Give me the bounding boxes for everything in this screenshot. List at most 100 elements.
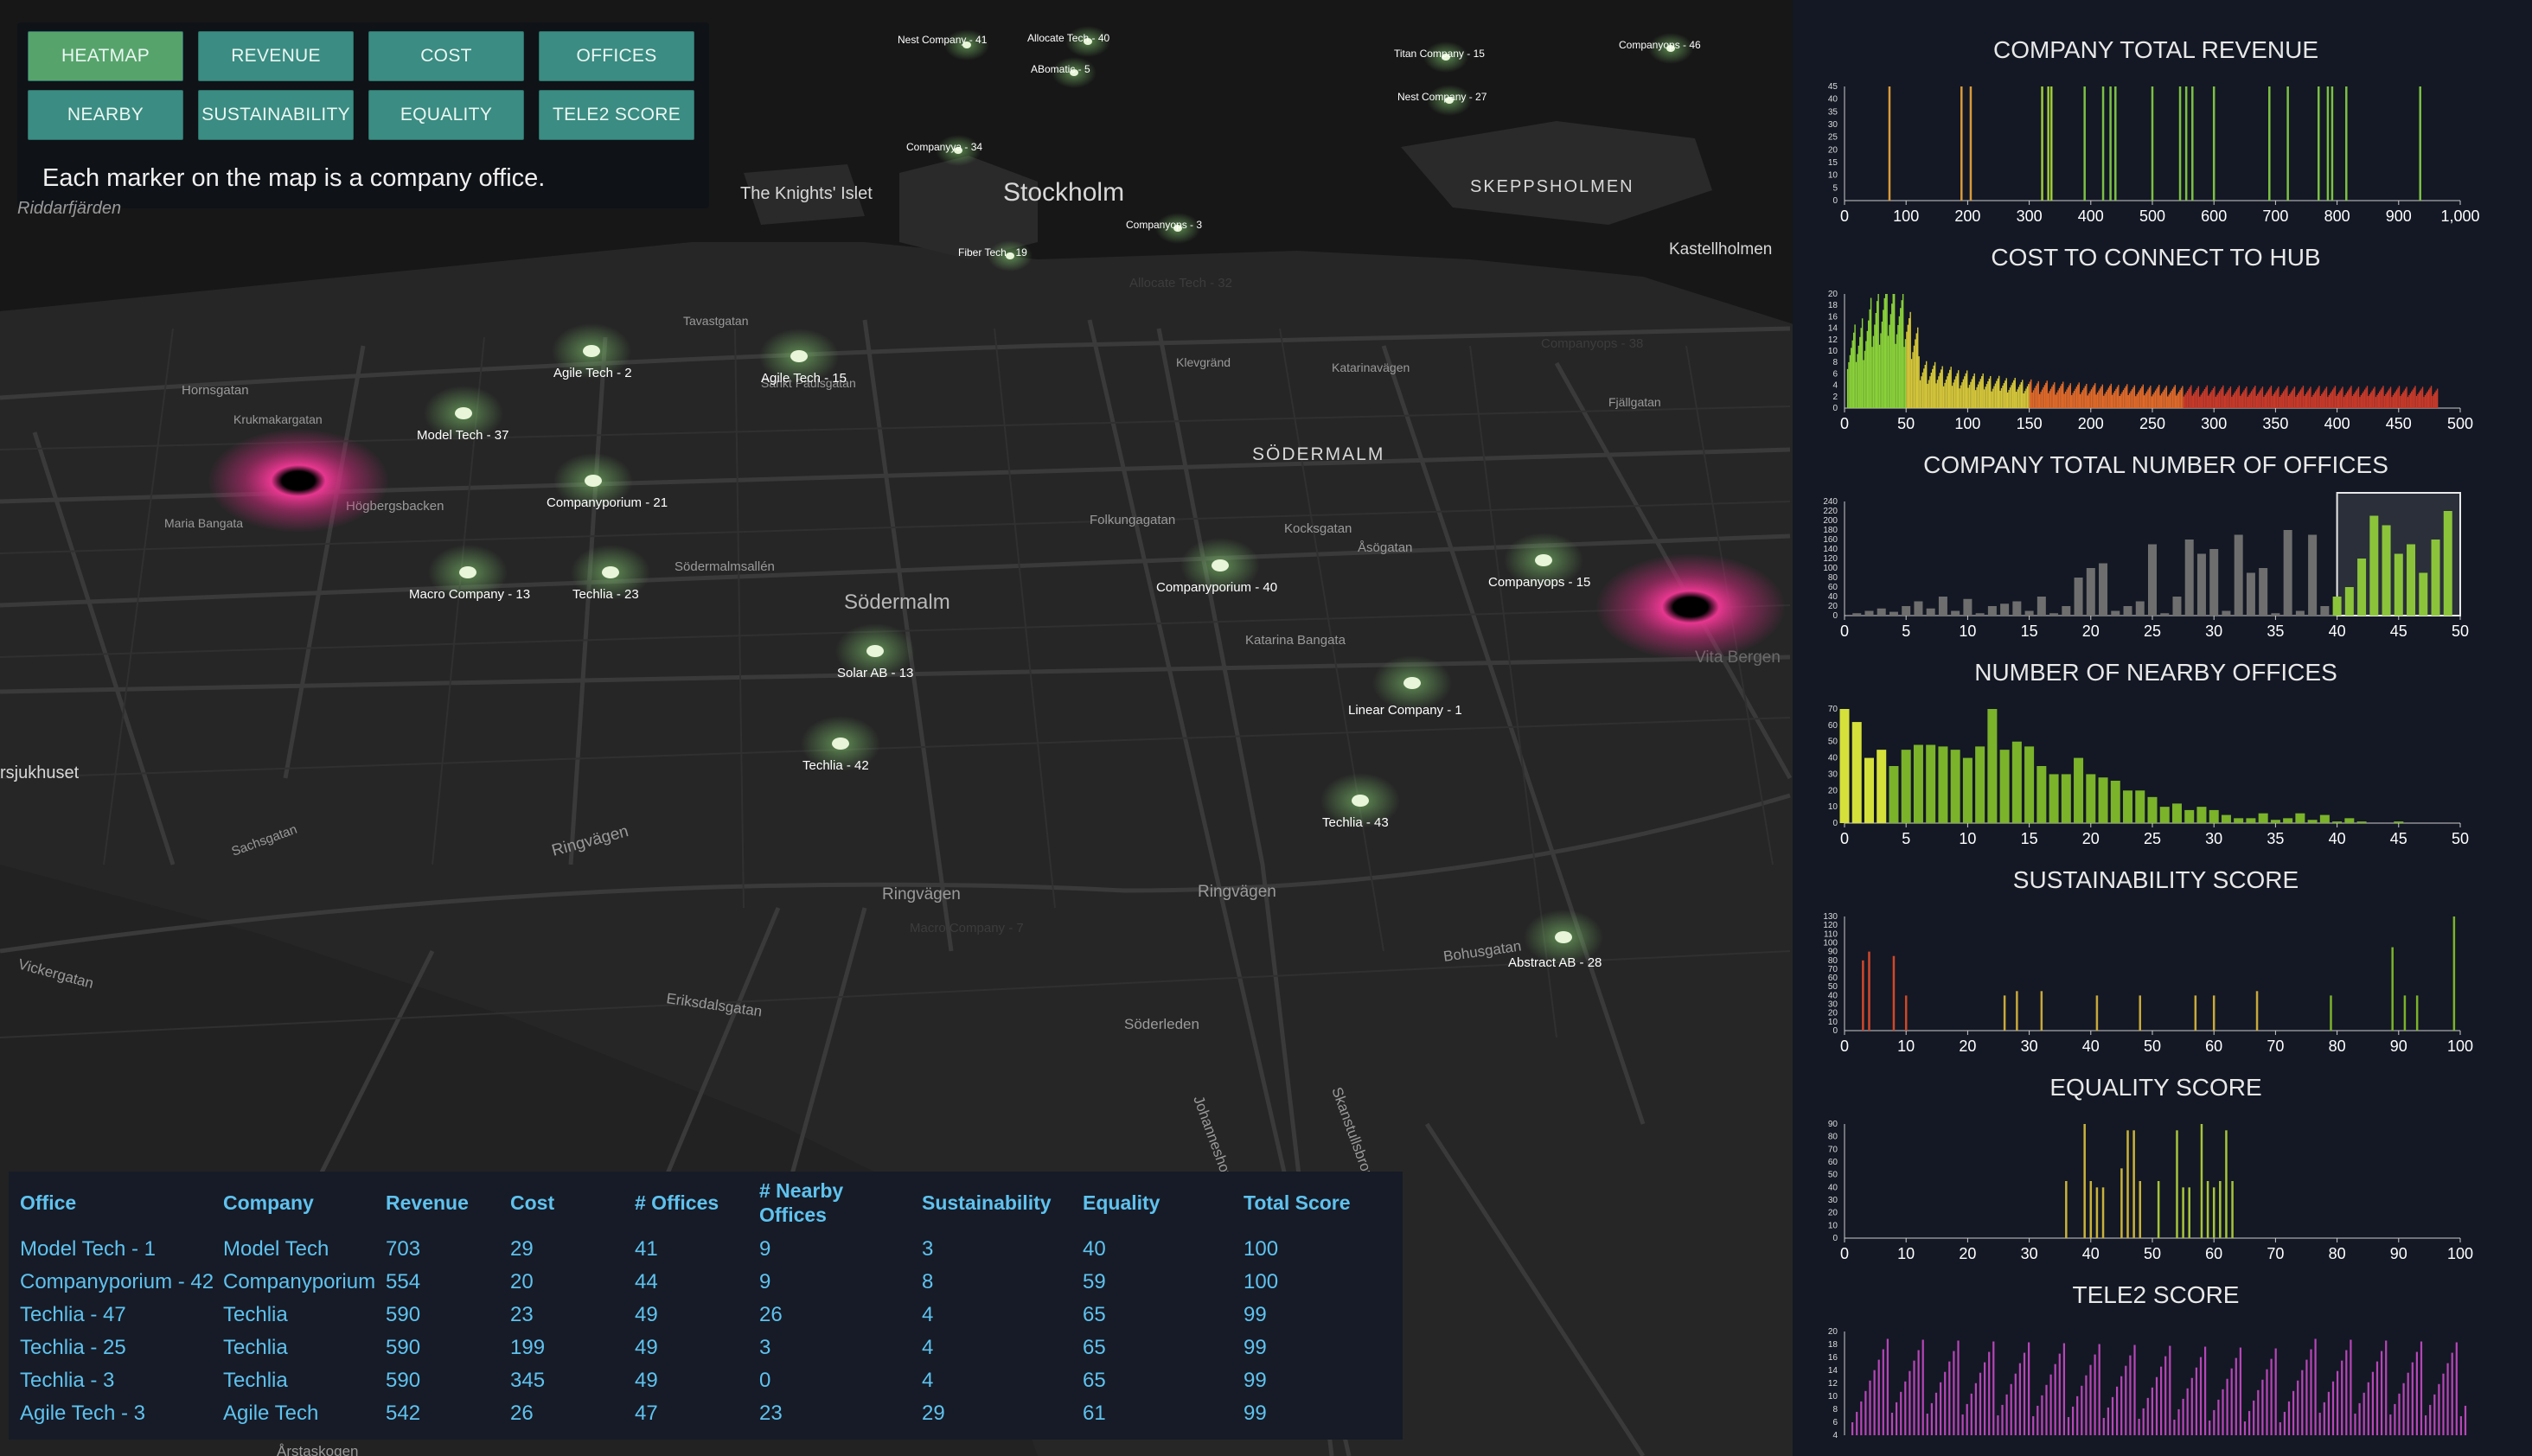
- bar[interactable]: [2407, 1372, 2409, 1435]
- bar[interactable]: [2431, 540, 2440, 616]
- bar[interactable]: [2026, 386, 2029, 408]
- bar[interactable]: [2420, 388, 2422, 408]
- bar[interactable]: [2370, 392, 2372, 408]
- bar[interactable]: [2017, 386, 2020, 408]
- bar[interactable]: [2120, 1168, 2123, 1238]
- bar[interactable]: [2032, 390, 2035, 408]
- bar[interactable]: [2109, 86, 2112, 201]
- bar[interactable]: [2286, 386, 2288, 408]
- bar[interactable]: [2132, 386, 2134, 408]
- bar[interactable]: [1888, 86, 1891, 201]
- offices-chart[interactable]: 0204060801001201401601802002202400 5 10 15 2…: [1793, 484, 2532, 657]
- bar[interactable]: [2074, 757, 2084, 823]
- bar[interactable]: [2371, 390, 2373, 408]
- bar[interactable]: [1963, 598, 1973, 616]
- bar[interactable]: [2041, 389, 2043, 408]
- bar[interactable]: [2320, 606, 2330, 616]
- header-cost[interactable]: Cost: [510, 1191, 554, 1215]
- bar[interactable]: [2238, 385, 2241, 408]
- bar[interactable]: [2246, 386, 2247, 408]
- bar[interactable]: [2372, 388, 2375, 408]
- bar[interactable]: [2182, 1398, 2184, 1435]
- bar[interactable]: [2177, 392, 2180, 408]
- header-office[interactable]: Office: [20, 1191, 76, 1215]
- bar[interactable]: [2369, 515, 2379, 616]
- bar[interactable]: [1987, 381, 1989, 408]
- bar[interactable]: [2110, 383, 2112, 408]
- bar[interactable]: [2010, 1383, 2012, 1435]
- bar[interactable]: [2392, 394, 2395, 408]
- bar[interactable]: [2094, 1354, 2096, 1435]
- bar[interactable]: [1981, 376, 1983, 408]
- bar[interactable]: [2176, 1130, 2178, 1238]
- bar[interactable]: [1982, 373, 1984, 408]
- bar[interactable]: [1877, 294, 1879, 408]
- bar[interactable]: [2135, 601, 2145, 616]
- bar[interactable]: [2095, 995, 2099, 1031]
- bar[interactable]: [2168, 394, 2170, 408]
- bar[interactable]: [2401, 393, 2403, 408]
- bar[interactable]: [2324, 388, 2326, 408]
- bar[interactable]: [2221, 814, 2231, 823]
- bar[interactable]: [1950, 367, 1952, 408]
- bar[interactable]: [1953, 1351, 1955, 1435]
- bar[interactable]: [2353, 393, 2355, 408]
- bar[interactable]: [2216, 394, 2218, 408]
- bar[interactable]: [2051, 386, 2053, 408]
- bar[interactable]: [1901, 750, 1911, 823]
- bar[interactable]: [2443, 511, 2452, 616]
- bar[interactable]: [2195, 1367, 2197, 1435]
- bar[interactable]: [1839, 709, 1850, 823]
- bar[interactable]: [2408, 394, 2410, 408]
- bar[interactable]: [2354, 392, 2356, 408]
- bar[interactable]: [1960, 385, 1962, 408]
- bar[interactable]: [2348, 389, 2350, 408]
- bar[interactable]: [2199, 396, 2201, 408]
- bar[interactable]: [2164, 387, 2166, 408]
- bar[interactable]: [2312, 394, 2314, 408]
- bar[interactable]: [2246, 572, 2255, 616]
- bar[interactable]: [2102, 1417, 2105, 1435]
- bar[interactable]: [2107, 1407, 2109, 1435]
- bar[interactable]: [2200, 394, 2202, 408]
- bar[interactable]: [2061, 774, 2071, 823]
- bar[interactable]: [1889, 766, 1899, 823]
- bar[interactable]: [2180, 387, 2183, 408]
- bar[interactable]: [2152, 394, 2154, 408]
- bar[interactable]: [1913, 1360, 1915, 1435]
- bar[interactable]: [2169, 393, 2171, 408]
- bar[interactable]: [1993, 386, 1995, 408]
- sustainability-button[interactable]: SUSTAINABILITY: [198, 90, 354, 140]
- bar[interactable]: [1871, 347, 1873, 408]
- bar[interactable]: [2095, 1187, 2099, 1238]
- bar[interactable]: [2252, 389, 2254, 408]
- bar[interactable]: [2076, 1395, 2079, 1435]
- bar[interactable]: [2330, 393, 2331, 408]
- bar[interactable]: [2230, 1368, 2233, 1435]
- bar[interactable]: [1960, 86, 1963, 201]
- bar[interactable]: [2125, 1365, 2127, 1435]
- bar[interactable]: [2165, 386, 2168, 408]
- bar[interactable]: [2295, 397, 2297, 408]
- bar[interactable]: [2299, 389, 2302, 408]
- bar[interactable]: [2040, 991, 2043, 1031]
- bar[interactable]: [2337, 1370, 2339, 1435]
- bar[interactable]: [1889, 314, 1892, 408]
- bar[interactable]: [2022, 380, 2024, 408]
- nearby-button[interactable]: NEARBY: [28, 90, 183, 140]
- bar[interactable]: [2176, 395, 2177, 408]
- bar[interactable]: [2036, 1405, 2039, 1435]
- bar[interactable]: [1979, 1372, 1982, 1435]
- bar[interactable]: [2071, 394, 2073, 408]
- bar[interactable]: [1884, 294, 1887, 408]
- bar[interactable]: [2425, 1414, 2427, 1435]
- office-marker[interactable]: [459, 566, 476, 578]
- cost-button[interactable]: COST: [368, 31, 524, 81]
- bar[interactable]: [1886, 1338, 1889, 1435]
- bar[interactable]: [1914, 601, 1923, 616]
- bar[interactable]: [1909, 311, 1911, 408]
- bar[interactable]: [2423, 397, 2425, 408]
- bar[interactable]: [2365, 387, 2367, 408]
- bar[interactable]: [1912, 352, 1914, 408]
- bar[interactable]: [2103, 395, 2105, 408]
